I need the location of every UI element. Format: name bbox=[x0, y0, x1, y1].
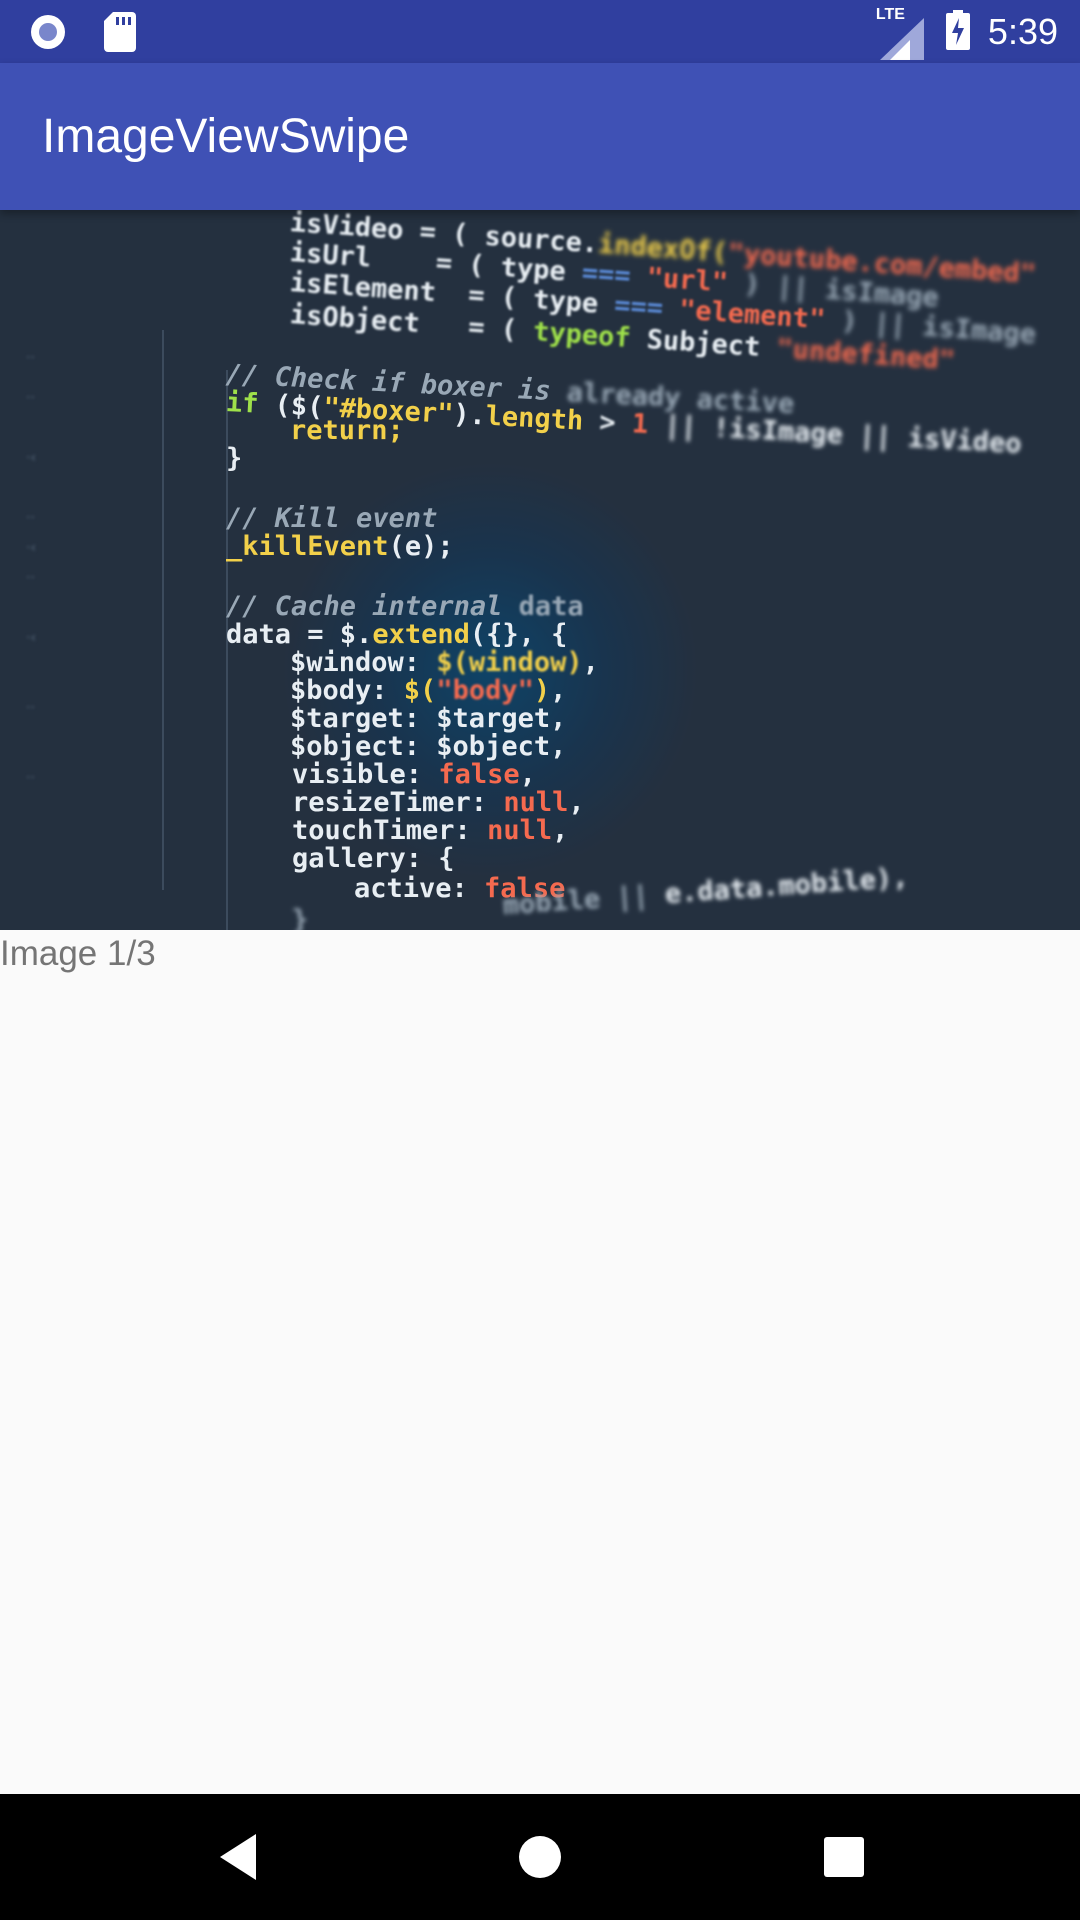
network-type-label: LTE bbox=[875, 5, 905, 23]
record-icon bbox=[28, 12, 68, 56]
navigation-bar bbox=[0, 1794, 1080, 1920]
signal-icon: LTE bbox=[876, 6, 928, 60]
back-icon[interactable] bbox=[212, 1826, 274, 1888]
home-icon[interactable] bbox=[509, 1826, 571, 1888]
recents-icon[interactable] bbox=[813, 1826, 875, 1888]
sd-card-icon bbox=[104, 12, 136, 56]
status-bar: LTE 5:39 bbox=[0, 0, 1080, 63]
code-screenshot-image: isVideo = ( source.indexOf("youtube.com/… bbox=[225, 210, 1038, 930]
app-title: ImageViewSwipe bbox=[42, 110, 410, 163]
image-viewer[interactable]: ·· ·· ·‹ ·· ·‹ ·· ·‹ ·· ·· isVideo = ( s… bbox=[0, 210, 1080, 930]
status-time: 5:39 bbox=[987, 10, 1058, 52]
image-counter-label: Image 1/3 bbox=[0, 934, 156, 973]
app-bar: ImageViewSwipe bbox=[0, 63, 1080, 210]
battery-charging-icon bbox=[945, 9, 970, 54]
